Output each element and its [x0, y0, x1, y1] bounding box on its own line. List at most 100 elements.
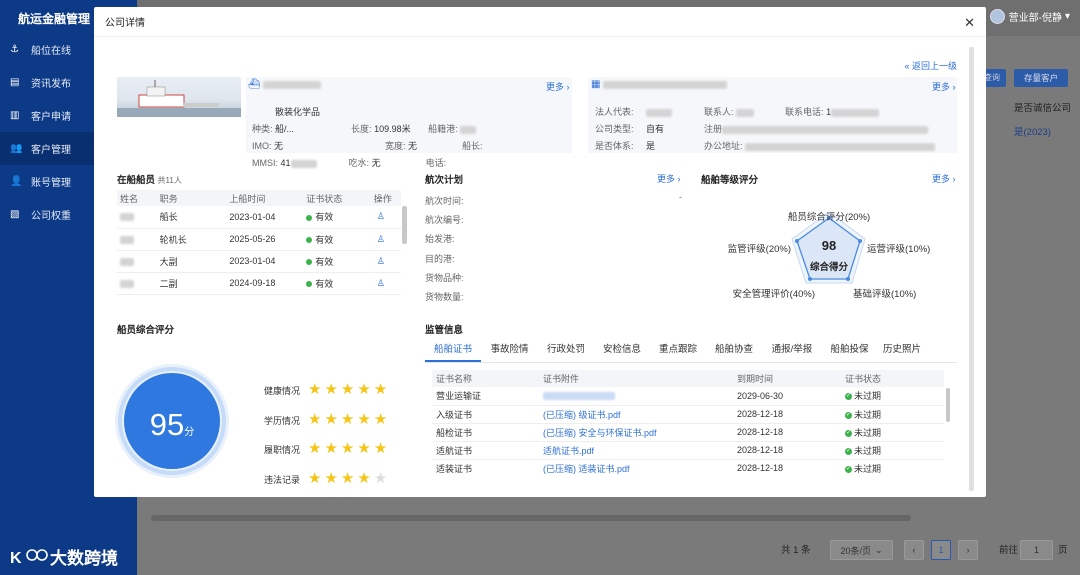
cert-file-link[interactable]: 适航证书.pdf	[539, 441, 733, 460]
crew-table: 姓名 职务 上船时间 证书状态 操作 船长 2023-01-04 有效 ♙ 轮机长 2025-05…	[117, 190, 401, 295]
document-icon: ▤	[10, 77, 20, 88]
ship-photo	[117, 77, 241, 117]
score-item: 履职情况 ★★★★★	[264, 440, 391, 457]
sidebar-item-label: 资讯发布	[31, 79, 71, 90]
cert-table-wrap: 证书名称 证书附件 到期时间 证书状态 营业运输证 2029-06-30 ✓ 未过期 入级证书…	[432, 370, 944, 476]
tab-3[interactable]: 行政处罚	[538, 340, 594, 362]
rating-more-link[interactable]: 更多 ›	[932, 172, 956, 185]
next-page-button[interactable]: ›	[958, 540, 978, 560]
crew-status: 有效	[303, 206, 371, 229]
cert-status: ✓ 未过期	[841, 387, 944, 406]
tab-9[interactable]: 历史照片	[877, 340, 927, 362]
cert-table: 证书名称 证书附件 到期时间 证书状态 营业运输证 2029-06-30 ✓ 未过期 入级证书…	[432, 370, 944, 476]
ship-icon: ⚓	[10, 44, 19, 55]
goto-suffix: 页	[1058, 545, 1068, 556]
logo-text: 大数跨境	[50, 549, 118, 568]
cert-status: ✓ 未过期	[841, 423, 944, 442]
cert-name: 入级证书	[432, 405, 539, 424]
voyage-field-label: 目的港:	[425, 253, 455, 264]
user-menu[interactable]: 营业部-倪静 ▾	[989, 9, 1070, 24]
cert-date: 2028-12-18	[733, 459, 841, 476]
star-icon: ★	[357, 381, 374, 398]
score-item: 健康情况 ★★★★★	[264, 381, 391, 398]
back-link[interactable]: « 返回上一级	[904, 59, 957, 72]
crew-score-items: 健康情况 ★★★★★ 学历情况 ★★★★★ 履职情况 ★★★★★ 违法记录 ★★★★★	[264, 376, 390, 494]
tab-7[interactable]: 通报/举报	[762, 340, 822, 362]
cert-file-link[interactable]: (已压缩) 适装证书.pdf	[539, 459, 733, 476]
person-detail-icon[interactable]: ♙	[377, 211, 385, 221]
tab-8[interactable]: 船舶投保	[822, 340, 877, 362]
horizontal-scrollbar[interactable]	[151, 515, 911, 521]
crew-role: 大副	[156, 250, 227, 273]
close-icon[interactable]: ✕	[964, 15, 975, 31]
star-icon: ★	[308, 381, 325, 398]
tab-6[interactable]: 船舶协查	[706, 340, 762, 362]
table-row: 船长 2023-01-04 有效 ♙	[117, 206, 401, 229]
modal-scrollbar[interactable]	[969, 47, 974, 491]
person-detail-icon[interactable]: ♙	[377, 278, 385, 288]
page-number[interactable]: 1	[931, 540, 951, 560]
star-icon: ★	[308, 410, 325, 428]
sidebar-item-label: 船位在线	[31, 46, 71, 57]
sidebar-item-label: 公司权重	[31, 211, 71, 222]
ship-name: ⛴	[248, 79, 322, 90]
check-icon: ✓	[845, 465, 852, 473]
crew-col-header: 姓名	[117, 190, 157, 206]
cert-date: 2028-12-18	[733, 441, 841, 460]
tab-4[interactable]: 安检信息	[594, 340, 650, 362]
prev-page-button[interactable]: ‹	[904, 540, 924, 560]
modal-title: 公司详情	[105, 18, 145, 29]
radar-point	[858, 239, 862, 243]
ship-more-link[interactable]: 更多 ›	[546, 80, 570, 93]
radar-score: 98	[822, 238, 836, 253]
column-header: 是否诚信公司	[1014, 103, 1072, 114]
score-item: 违法记录 ★★★★★	[264, 469, 391, 487]
stock-customer-button[interactable]: 存量客户	[1014, 69, 1068, 87]
cert-file-link[interactable]	[539, 387, 733, 406]
company-more-link[interactable]: 更多 ›	[932, 80, 956, 93]
table-row: 船检证书 (已压缩) 安全与环保证书.pdf 2028-12-18 ✓ 未过期	[432, 423, 944, 442]
voyage-field-label: 航次编号:	[425, 215, 464, 226]
star-icon: ★	[340, 410, 358, 428]
cert-scrollbar[interactable]	[946, 388, 950, 422]
goto-input[interactable]: 1	[1020, 540, 1053, 560]
star-icon: ★	[324, 381, 341, 398]
users-icon: 👥	[10, 143, 23, 154]
crew-status: 有效	[303, 250, 371, 273]
crew-table-wrap: 姓名 职务 上船时间 证书状态 操作 船长 2023-01-04 有效 ♙ 轮机长 2025-05…	[117, 190, 408, 303]
cert-date: 2029-06-30	[733, 387, 841, 406]
person-detail-icon[interactable]: ♙	[377, 256, 385, 266]
score-item: 学历情况 ★★★★★	[264, 410, 391, 428]
double-chevron-left-icon: «	[904, 61, 910, 71]
crew-date: 2025-05-26	[226, 228, 304, 251]
person-detail-icon[interactable]: ♙	[377, 234, 385, 244]
tab-1[interactable]: 船舶证书	[425, 340, 481, 362]
star-icon: ★	[340, 440, 358, 457]
voyage-more-link[interactable]: 更多 ›	[657, 172, 681, 185]
cert-file-link[interactable]: (已压缩) 级证书.pdf	[539, 405, 733, 424]
table-row: 入级证书 (已压缩) 级证书.pdf 2028-12-18 ✓ 未过期	[432, 405, 944, 424]
sidebar-item-label: 客户申请	[31, 112, 71, 123]
logo-icon: K	[10, 548, 48, 567]
chart-icon: ▧	[10, 209, 20, 220]
tab-2[interactable]: 事故险情	[481, 340, 538, 362]
rating-section-title: 船舶等级评分	[701, 175, 759, 186]
crew-scrollbar[interactable]	[402, 206, 407, 244]
cert-col-header: 证书名称	[432, 370, 539, 387]
column-value[interactable]: 是(2023)	[1014, 124, 1051, 138]
tab-5[interactable]: 重点跟踪	[650, 340, 706, 362]
star-icon: ★	[324, 440, 341, 457]
modal-header: 公司详情	[94, 7, 986, 37]
page-size-select[interactable]: 20条/页 ⌄	[830, 540, 893, 560]
cert-file-link[interactable]: (已压缩) 安全与环保证书.pdf	[539, 423, 733, 442]
table-row: 适航证书 适航证书.pdf 2028-12-18 ✓ 未过期	[432, 441, 944, 460]
radar-point	[808, 277, 812, 281]
cert-name: 船检证书	[432, 423, 539, 442]
ship-fields: 种类: 散装化学品船/... 长度: 109.98米 船籍港: IMO: 无宽度: …	[252, 107, 483, 168]
star-icon: ★	[373, 440, 391, 457]
star-icon: ★	[340, 381, 358, 398]
voyage-field-label: 货物数量:	[425, 292, 464, 303]
crew-score-title: 船员综合评分	[117, 325, 175, 336]
table-row: 营业运输证 2029-06-30 ✓ 未过期	[432, 387, 944, 406]
crew-status: 有效	[303, 272, 371, 295]
